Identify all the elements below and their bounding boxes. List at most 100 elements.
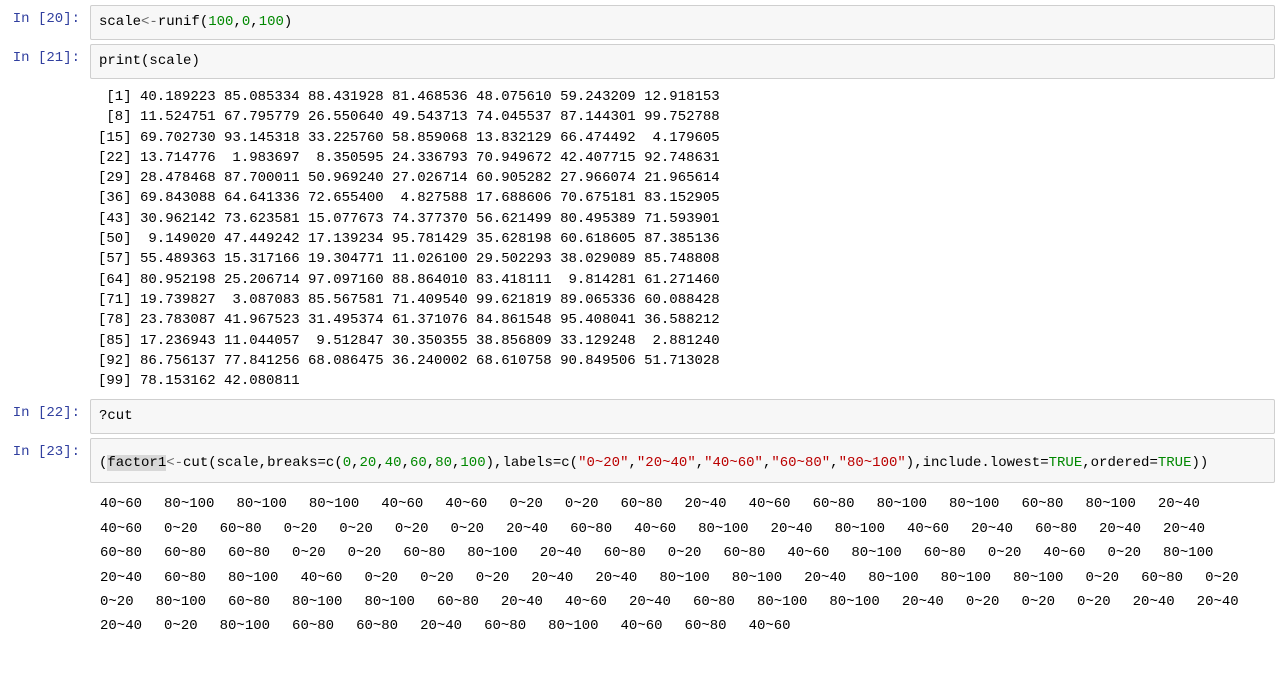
code21-fn: print <box>99 53 141 69</box>
factor-level-token: 60~80 <box>621 493 663 515</box>
factor-level-token: 0~20 <box>668 542 702 564</box>
factor-level-token: 0~20 <box>1077 591 1111 613</box>
factor-level-token: 80~100 <box>877 493 927 515</box>
factor-level-token: 40~60 <box>749 493 791 515</box>
prompt-in-21: In [21]: <box>0 44 90 66</box>
factor-level-token: 0~20 <box>364 567 398 589</box>
factor-level-token: 80~100 <box>829 591 879 613</box>
cell-output-23: 40~6080~10080~10080~10040~6040~600~200~2… <box>0 487 1280 645</box>
factor-level-token: 60~80 <box>437 591 479 613</box>
factor-level-token: 20~40 <box>1133 591 1175 613</box>
cell-input-21: In [21]: print(scale) <box>0 44 1280 79</box>
output-text-23: 40~6080~10080~10080~10040~6040~600~200~2… <box>90 487 1280 645</box>
factor-level-token: 20~40 <box>771 518 813 540</box>
factor-level-token: 80~100 <box>851 542 901 564</box>
factor-level-token: 0~20 <box>292 542 326 564</box>
factor-level-token: 40~60 <box>565 591 607 613</box>
prompt-in-23: In [23]: <box>0 438 90 460</box>
factor-level-token: 20~40 <box>501 591 543 613</box>
factor-level-token: 80~100 <box>1085 493 1135 515</box>
factor-level-token: 80~100 <box>156 591 206 613</box>
code-input-21[interactable]: print(scale) <box>90 44 1275 79</box>
cell-input-23: In [23]: (factor1<-cut(scale,breaks=c(0,… <box>0 438 1280 483</box>
factor-level-token: 20~40 <box>595 567 637 589</box>
factor-level-token: 20~40 <box>902 591 944 613</box>
factor-level-token: 60~80 <box>693 591 735 613</box>
factor-level-token: 80~100 <box>1163 542 1213 564</box>
factor-level-token: 0~20 <box>1085 567 1119 589</box>
factor-level-token: 60~80 <box>723 542 765 564</box>
factor-level-token: 20~40 <box>1163 518 1205 540</box>
factor-level-token: 80~100 <box>659 567 709 589</box>
factor-level-token: 0~20 <box>1107 542 1141 564</box>
factor-level-token: 60~80 <box>100 542 142 564</box>
factor-level-token: 40~60 <box>634 518 676 540</box>
factor-level-token: 60~80 <box>484 615 526 637</box>
factor-level-token: 60~80 <box>228 591 270 613</box>
factor-level-token: 80~100 <box>220 615 270 637</box>
factor-level-token: 0~20 <box>420 567 454 589</box>
code-input-23[interactable]: (factor1<-cut(scale,breaks=c(0,20,40,60,… <box>90 438 1275 483</box>
factor-level-token: 60~80 <box>356 615 398 637</box>
factor-level-token: 60~80 <box>685 615 727 637</box>
factor-level-token: 0~20 <box>565 493 599 515</box>
code-input-22[interactable]: ?cut <box>90 399 1275 434</box>
factor-level-token: 80~100 <box>698 518 748 540</box>
factor-level-token: 0~20 <box>988 542 1022 564</box>
factor-level-token: 80~100 <box>949 493 999 515</box>
factor-level-token: 40~60 <box>787 542 829 564</box>
factor-level-token: 0~20 <box>450 518 484 540</box>
factor-level-token: 80~100 <box>941 567 991 589</box>
factor-level-token: 20~40 <box>420 615 462 637</box>
factor-level-token: 60~80 <box>228 542 270 564</box>
factor-level-token: 60~80 <box>570 518 612 540</box>
factor-level-token: 80~100 <box>1013 567 1063 589</box>
factor-level-token: 20~40 <box>1197 591 1239 613</box>
factor-level-token: 20~40 <box>685 493 727 515</box>
factor-level-token: 20~40 <box>1158 493 1200 515</box>
factor-level-token: 20~40 <box>540 542 582 564</box>
factor-level-token: 60~80 <box>292 615 334 637</box>
factor-level-token: 20~40 <box>971 518 1013 540</box>
code23-ident-selected: factor1 <box>107 455 166 471</box>
factor-level-token: 60~80 <box>220 518 262 540</box>
factor-level-token: 80~100 <box>868 567 918 589</box>
cell-input-20: In [20]: scale<-runif(100,0,100) <box>0 5 1280 40</box>
factor-level-token: 0~20 <box>339 518 373 540</box>
prompt-out-23 <box>0 487 90 645</box>
factor-level-token: 0~20 <box>348 542 382 564</box>
code20-fn: runif <box>158 14 200 30</box>
code20-ident: scale <box>99 14 141 30</box>
factor-level-token: 20~40 <box>100 615 142 637</box>
output-text-21: [1] 40.189223 85.085334 88.431928 81.468… <box>90 83 1280 395</box>
factor-level-token: 20~40 <box>506 518 548 540</box>
factor-level-token: 0~20 <box>509 493 543 515</box>
factor-level-token: 60~80 <box>924 542 966 564</box>
cell-output-21: [1] 40.189223 85.085334 88.431928 81.468… <box>0 83 1280 395</box>
factor-level-token: 0~20 <box>164 518 198 540</box>
code20-arrow: <- <box>141 14 158 30</box>
prompt-in-20: In [20]: <box>0 5 90 27</box>
factor-level-token: 40~60 <box>907 518 949 540</box>
code-input-20[interactable]: scale<-runif(100,0,100) <box>90 5 1275 40</box>
factor-level-token: 80~100 <box>757 591 807 613</box>
factor-level-token: 0~20 <box>476 567 510 589</box>
factor-level-token: 80~100 <box>164 493 214 515</box>
factor-level-token: 40~60 <box>300 567 342 589</box>
factor-level-token: 80~100 <box>467 542 517 564</box>
factor-level-token: 80~100 <box>364 591 414 613</box>
factor-level-token: 40~60 <box>100 518 142 540</box>
factor-level-token: 80~100 <box>228 567 278 589</box>
factor-level-token: 0~20 <box>395 518 429 540</box>
factor-level-token: 60~80 <box>164 567 206 589</box>
factor-level-token: 0~20 <box>284 518 318 540</box>
factor-level-token: 60~80 <box>1141 567 1183 589</box>
factor-level-token: 0~20 <box>164 615 198 637</box>
factor-level-token: 60~80 <box>1035 518 1077 540</box>
factor-level-token: 80~100 <box>835 518 885 540</box>
factor-level-token: 80~100 <box>548 615 598 637</box>
factor-level-token: 0~20 <box>100 591 134 613</box>
factor-level-token: 20~40 <box>1099 518 1141 540</box>
factor-level-token: 0~20 <box>1021 591 1055 613</box>
factor-level-token: 80~100 <box>292 591 342 613</box>
